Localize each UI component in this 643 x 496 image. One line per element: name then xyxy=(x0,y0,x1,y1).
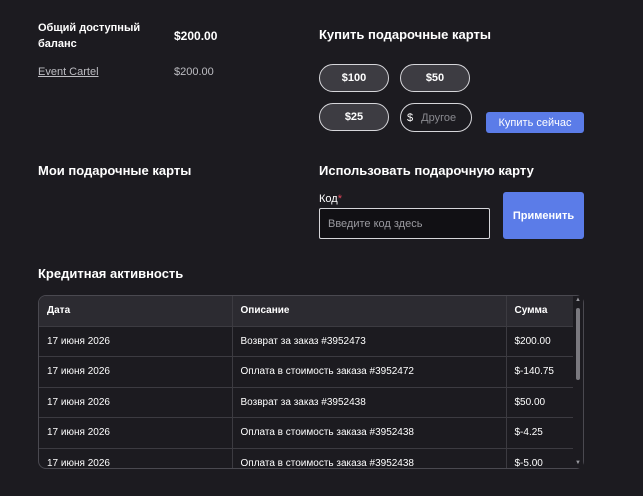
cell-description: Возврат за заказ #3952473 xyxy=(232,325,507,357)
cell-amount: $50.00 xyxy=(506,386,574,418)
merchant-balance-value: $200.00 xyxy=(174,66,214,78)
cell-date: 17 июня 2026 xyxy=(39,417,233,448)
table-row: 17 июня 2026 Возврат за заказ #3952473 $… xyxy=(39,325,574,357)
table-row: 17 июня 2026 Оплата в стоимость заказа #… xyxy=(39,417,574,448)
table-row: 17 июня 2026 Оплата в стоимость заказа #… xyxy=(39,447,574,468)
total-balance-value: $200.00 xyxy=(174,29,218,43)
cell-amount: $200.00 xyxy=(506,325,574,357)
cell-description: Возврат за заказ #3952438 xyxy=(232,386,507,418)
column-header-description: Описание xyxy=(232,296,507,326)
my-gift-cards-title: Мои подарочные карты xyxy=(38,163,192,178)
cell-description: Оплата в стоимость заказа #3952472 xyxy=(232,356,507,387)
redeem-gift-card-title: Использовать подарочную карту xyxy=(319,163,534,178)
required-mark: * xyxy=(337,193,342,205)
code-label: Код* xyxy=(319,193,342,205)
table-row: 17 июня 2026 Оплата в стоимость заказа #… xyxy=(39,356,574,387)
cell-description: Оплата в стоимость заказа #3952438 xyxy=(232,447,507,468)
other-amount-field[interactable]: $ xyxy=(400,103,472,132)
table-row: 17 июня 2026 Возврат за заказ #3952438 $… xyxy=(39,386,574,418)
code-input[interactable] xyxy=(319,208,490,239)
buy-now-button[interactable]: Купить сейчас xyxy=(486,112,584,133)
cell-date: 17 июня 2026 xyxy=(39,386,233,418)
amount-25-button[interactable]: $25 xyxy=(319,103,389,131)
merchant-link[interactable]: Event Cartel xyxy=(38,66,99,78)
column-header-amount: Сумма xyxy=(506,296,574,326)
cell-date: 17 июня 2026 xyxy=(39,447,233,468)
amount-100-button[interactable]: $100 xyxy=(319,64,389,92)
scrollbar-thumb[interactable] xyxy=(576,308,580,380)
buy-gift-cards-title: Купить подарочные карты xyxy=(319,27,491,42)
cell-date: 17 июня 2026 xyxy=(39,356,233,387)
scroll-up-icon[interactable]: ▲ xyxy=(574,297,582,303)
cell-date: 17 июня 2026 xyxy=(39,325,233,357)
currency-symbol: $ xyxy=(407,111,414,124)
other-amount-input[interactable] xyxy=(421,111,464,124)
cell-amount: $-5.00 xyxy=(506,447,574,468)
scroll-down-icon[interactable]: ▼ xyxy=(574,460,582,466)
cell-description: Оплата в стоимость заказа #3952438 xyxy=(232,417,507,448)
table-header-row: Дата Описание Сумма xyxy=(39,296,574,326)
apply-button[interactable]: Применить xyxy=(503,192,584,239)
cell-amount: $-4.25 xyxy=(506,417,574,448)
column-header-date: Дата xyxy=(39,296,233,326)
amount-50-button[interactable]: $50 xyxy=(400,64,470,92)
total-balance-label: Общий доступный баланс xyxy=(38,22,141,50)
credit-activity-table[interactable]: Дата Описание Сумма 17 июня 2026 Возврат… xyxy=(38,295,584,469)
gift-cards-page: Общий доступный баланс $200.00 Event Car… xyxy=(0,0,643,496)
cell-amount: $-140.75 xyxy=(506,356,574,387)
code-label-text: Код xyxy=(319,193,338,205)
credit-activity-title: Кредитная активность xyxy=(38,266,184,281)
